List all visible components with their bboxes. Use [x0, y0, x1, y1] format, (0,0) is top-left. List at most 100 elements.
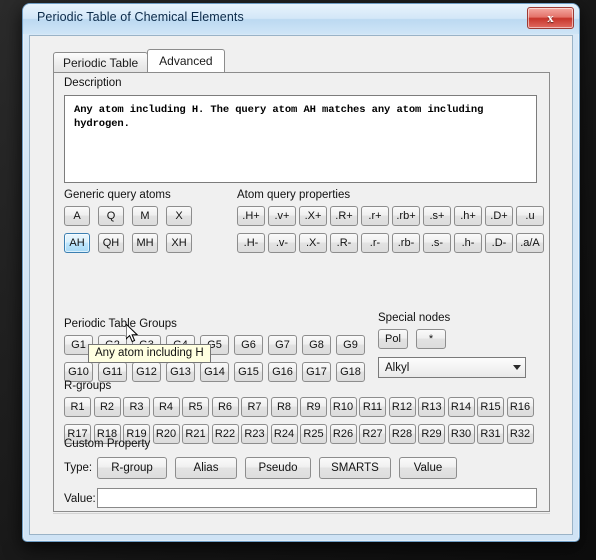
atom-prop-_r+[interactable]: .r+	[361, 206, 389, 226]
r-group-r2[interactable]: R2	[93, 397, 121, 417]
r-group-r29[interactable]: R29	[418, 424, 445, 444]
r-group-r9[interactable]: R9	[300, 397, 327, 417]
generic-atom-ah[interactable]: AH	[64, 233, 90, 253]
atom-prop-_h+[interactable]: .H+	[237, 206, 265, 226]
atom-prop-_x-[interactable]: .X-	[299, 233, 327, 253]
atom-prop-_a_a[interactable]: .a/A	[516, 233, 544, 253]
group-g14[interactable]: G14	[200, 362, 229, 382]
atom-prop-_r+[interactable]: .R+	[330, 206, 358, 226]
tooltip: Any atom including H	[88, 344, 211, 363]
atom-prop-_d+[interactable]: .D+	[485, 206, 513, 226]
button-label: R22	[214, 428, 236, 440]
button-label: G18	[340, 366, 361, 378]
window-close-button[interactable]: x	[527, 7, 574, 29]
generic-atom-a[interactable]: A	[64, 206, 90, 226]
r-group-r31[interactable]: R31	[477, 424, 504, 444]
atom-prop-_h-[interactable]: .h-	[454, 233, 482, 253]
r-group-r12[interactable]: R12	[388, 397, 416, 417]
generic-atom-qh[interactable]: QH	[98, 233, 124, 253]
r-group-r25[interactable]: R25	[300, 424, 327, 444]
r-group-r22[interactable]: R22	[211, 424, 239, 444]
custom-property-type-alias[interactable]: Alias	[175, 457, 237, 479]
r-group-r10[interactable]: R10	[329, 397, 357, 417]
r-group-r16[interactable]: R16	[506, 397, 534, 417]
button-label: .R-	[336, 237, 352, 249]
button-label: R15	[480, 401, 501, 413]
r-group-r28[interactable]: R28	[388, 424, 416, 444]
group-g9[interactable]: G9	[336, 335, 365, 355]
group-g10[interactable]: G10	[64, 362, 93, 382]
r-group-r32[interactable]: R32	[506, 424, 534, 444]
r-group-r7[interactable]: R7	[241, 397, 268, 417]
button-label: .H+	[242, 210, 260, 222]
group-g7[interactable]: G7	[268, 335, 297, 355]
r-group-r30[interactable]: R30	[447, 424, 475, 444]
atom-prop-_r-[interactable]: .r-	[361, 233, 389, 253]
r-group-r26[interactable]: R26	[329, 424, 357, 444]
r-group-r15[interactable]: R15	[477, 397, 504, 417]
atom-prop-_v-[interactable]: .v-	[268, 233, 296, 253]
button-label: G10	[68, 366, 89, 378]
atom-prop-_rb-[interactable]: .rb-	[392, 233, 420, 253]
r-group-r5[interactable]: R5	[182, 397, 209, 417]
button-label: G11	[102, 366, 123, 378]
special-node-_[interactable]: *	[416, 329, 446, 349]
custom-property-type-value[interactable]: Value	[399, 457, 457, 479]
tab-periodic-table[interactable]: Periodic Table	[53, 52, 149, 72]
atom-prop-_x+[interactable]: .X+	[299, 206, 327, 226]
button-label: R1	[70, 401, 85, 413]
button-label: SMARTS	[331, 462, 379, 474]
button-label: G17	[306, 366, 327, 378]
r-group-r8[interactable]: R8	[270, 397, 298, 417]
button-label: XH	[171, 237, 187, 249]
atom-prop-_v+[interactable]: .v+	[268, 206, 296, 226]
r-group-r6[interactable]: R6	[211, 397, 239, 417]
generic-atom-mh[interactable]: MH	[132, 233, 158, 253]
custom-property-type-pseudo[interactable]: Pseudo	[245, 457, 311, 479]
group-g13[interactable]: G13	[166, 362, 195, 382]
r-group-r4[interactable]: R4	[152, 397, 180, 417]
group-g11[interactable]: G11	[98, 362, 127, 382]
r-group-r27[interactable]: R27	[359, 424, 386, 444]
footer-separator	[53, 513, 550, 514]
special-nodes-dropdown[interactable]: Alkyl	[378, 357, 526, 378]
custom-property-value-input[interactable]	[97, 488, 537, 508]
r-group-r21[interactable]: R21	[182, 424, 209, 444]
group-g17[interactable]: G17	[302, 362, 331, 382]
custom-property-type-smarts[interactable]: SMARTS	[319, 457, 391, 479]
atom-prop-_h-[interactable]: .H-	[237, 233, 265, 253]
r-group-r14[interactable]: R14	[447, 397, 475, 417]
generic-atom-q[interactable]: Q	[98, 206, 124, 226]
custom-property-type-r-group[interactable]: R-group	[97, 457, 167, 479]
group-g6[interactable]: G6	[234, 335, 263, 355]
generic-atom-xh[interactable]: XH	[166, 233, 192, 253]
r-group-r11[interactable]: R11	[359, 397, 386, 417]
generic-atom-x[interactable]: X	[166, 206, 192, 226]
custom-property-label: Custom Property	[64, 438, 151, 450]
button-label: .H-	[243, 237, 259, 249]
special-node-pol[interactable]: Pol	[378, 329, 408, 349]
atom-prop-_r-[interactable]: .R-	[330, 233, 358, 253]
r-group-r20[interactable]: R20	[152, 424, 180, 444]
tab-advanced[interactable]: Advanced	[147, 49, 225, 72]
r-group-r24[interactable]: R24	[270, 424, 298, 444]
group-g18[interactable]: G18	[336, 362, 365, 382]
group-g16[interactable]: G16	[268, 362, 297, 382]
generic-query-atoms-label: Generic query atoms	[64, 189, 171, 201]
group-g15[interactable]: G15	[234, 362, 263, 382]
atom-prop-_s-[interactable]: .s-	[423, 233, 451, 253]
r-group-r23[interactable]: R23	[241, 424, 268, 444]
atom-prop-_u[interactable]: .u	[516, 206, 544, 226]
group-g12[interactable]: G12	[132, 362, 161, 382]
button-label: R14	[450, 401, 472, 413]
atom-prop-_h+[interactable]: .h+	[454, 206, 482, 226]
atom-prop-_s+[interactable]: .s+	[423, 206, 451, 226]
generic-atom-m[interactable]: M	[132, 206, 158, 226]
r-group-r1[interactable]: R1	[64, 397, 91, 417]
r-group-r13[interactable]: R13	[418, 397, 445, 417]
r-group-r3[interactable]: R3	[123, 397, 150, 417]
button-label: R3	[129, 401, 144, 413]
group-g8[interactable]: G8	[302, 335, 331, 355]
atom-prop-_rb+[interactable]: .rb+	[392, 206, 420, 226]
atom-prop-_d-[interactable]: .D-	[485, 233, 513, 253]
